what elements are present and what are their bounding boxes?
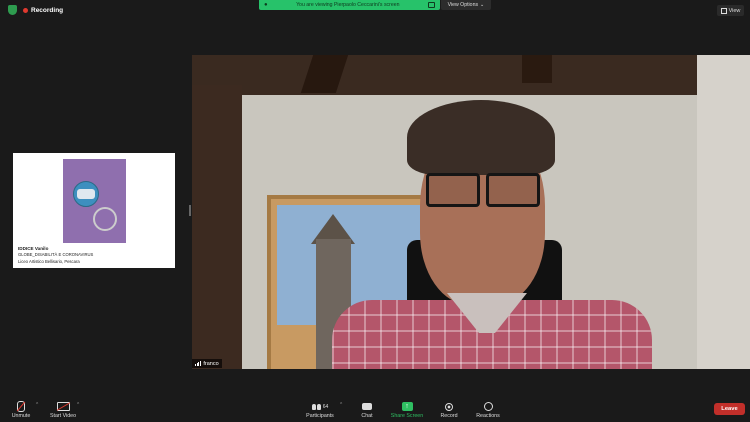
- start-video-label: Start Video: [49, 413, 77, 419]
- record-button[interactable]: Record: [437, 396, 461, 422]
- chevron-down-icon: ⌄: [480, 2, 485, 8]
- unmute-label: Unmute: [11, 413, 31, 419]
- shared-screen-thumbnail[interactable]: IDDICE Vanilo GLOBE_DISABILITÀ E CORONAV…: [13, 153, 175, 268]
- chat-label: Chat: [361, 413, 373, 419]
- reactions-button[interactable]: Reactions: [473, 396, 503, 422]
- video-options-caret-icon[interactable]: ⌃: [76, 402, 80, 408]
- recording-label: Recording: [31, 6, 64, 14]
- artwork-image: [63, 159, 126, 243]
- audio-options-caret-icon[interactable]: ⌃: [35, 402, 39, 408]
- wheelchair-illustration: [93, 207, 117, 231]
- participants-label: Participants: [306, 413, 334, 419]
- participant-name: franco: [203, 360, 219, 367]
- share-screen-label: Share Screen: [390, 413, 424, 419]
- view-options-label: View Options: [447, 2, 479, 8]
- unmute-button[interactable]: Unmute: [8, 396, 34, 422]
- microphone-muted-icon: [17, 401, 25, 412]
- signal-strength-icon: [195, 361, 201, 366]
- video-right-wall: [697, 55, 750, 369]
- grid-icon: [720, 7, 727, 14]
- share-screen-button[interactable]: ↑ Share Screen: [387, 396, 427, 422]
- participants-caret-icon[interactable]: ⌃: [339, 402, 343, 408]
- view-button[interactable]: View: [717, 5, 744, 16]
- artwork-school: Liceo Artistico Bellisario, Pescara: [18, 259, 80, 264]
- chat-button[interactable]: Chat: [356, 396, 378, 422]
- reactions-label: Reactions: [476, 413, 500, 419]
- participant-video: [192, 55, 750, 369]
- screen-share-banner: ● You are viewing Pierpaolo Ceccarini's …: [259, 0, 440, 10]
- ceiling-beam: [522, 55, 552, 83]
- video-ceiling: [192, 55, 750, 95]
- recording-dot-icon: [23, 7, 28, 13]
- glasses-lens: [486, 173, 540, 207]
- participants-button[interactable]: 64 Participants: [303, 396, 337, 422]
- face-mask-illustration: [77, 189, 95, 199]
- panel-resize-handle[interactable]: [189, 205, 191, 216]
- share-banner-text: You are viewing Pierpaolo Ceccarini's sc…: [296, 2, 400, 8]
- video-off-icon: [56, 402, 70, 411]
- meeting-toolbar: Unmute ⌃ Start Video ⌃ 64 Participants ⌃…: [0, 396, 750, 422]
- participants-icon: [311, 403, 321, 410]
- record-label: Record: [440, 413, 458, 419]
- artwork-author: IDDICE Vanilo: [18, 246, 49, 251]
- participant-glasses: [426, 173, 540, 207]
- start-video-button[interactable]: Start Video: [45, 396, 81, 422]
- top-bar: Recording ● You are viewing Pierpaolo Ce…: [0, 0, 750, 20]
- glasses-lens: [426, 173, 480, 207]
- leave-button[interactable]: Leave: [714, 403, 745, 415]
- view-label: View: [728, 7, 741, 14]
- participants-count: 64: [322, 403, 329, 410]
- participant-hair: [407, 100, 555, 175]
- record-icon: [445, 402, 453, 411]
- chat-icon: [362, 403, 372, 410]
- participant-name-tag: franco: [192, 359, 222, 368]
- shield-icon: [8, 5, 17, 15]
- artwork-title: GLOBE_DISABILITÀ E CORONAVIRUS: [18, 252, 94, 257]
- view-options-button[interactable]: View Options ⌄: [441, 0, 491, 10]
- video-left-wall: [192, 85, 242, 369]
- lock-icon: [428, 2, 435, 8]
- recording-indicator[interactable]: Recording: [23, 3, 63, 17]
- reactions-icon: [483, 402, 493, 411]
- share-screen-icon: ↑: [401, 402, 413, 411]
